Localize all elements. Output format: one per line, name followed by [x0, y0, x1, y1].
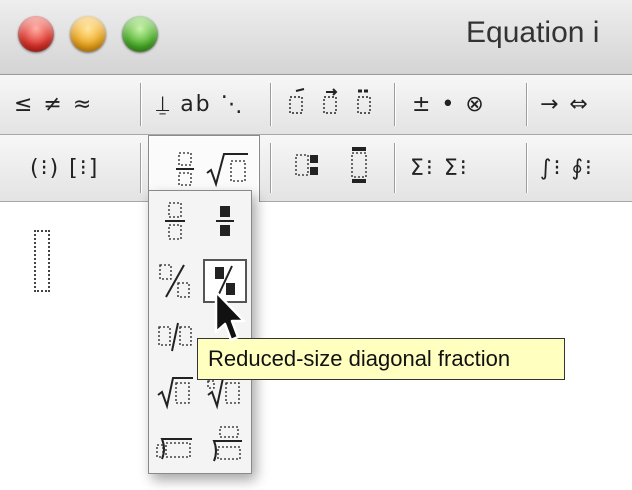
- relations-palette-button[interactable]: ≤ ≠ ≈: [14, 92, 93, 117]
- long-division-quotient-icon: [212, 426, 242, 462]
- separator: [270, 143, 271, 193]
- tooltip: Reduced-size diagonal fraction: [197, 338, 565, 380]
- separator: [526, 83, 527, 126]
- reduced-size-fraction-button[interactable]: [203, 199, 247, 243]
- full-size-fraction-icon: [165, 202, 185, 240]
- scripts-palette-button[interactable]: [292, 145, 376, 191]
- diagonal-fraction-icon: [159, 264, 190, 298]
- separator: [140, 83, 141, 126]
- window-title: Equation i: [466, 16, 600, 49]
- template-toolbar: (⁝) [⁝] Σ⁝ Σ⁝ ∫⁝ ∮⁝: [0, 135, 632, 202]
- fraction-radical-icon: [176, 152, 248, 188]
- zoom-button[interactable]: [122, 16, 158, 52]
- long-division-with-quotient-button[interactable]: [203, 423, 247, 467]
- operators-group[interactable]: ± • ⊗: [412, 75, 486, 134]
- relations-group[interactable]: ≤ ≠ ≈: [14, 75, 93, 134]
- square-root-button[interactable]: [153, 369, 197, 413]
- fences-group[interactable]: (⁝) [⁝]: [30, 135, 99, 201]
- sums-group[interactable]: Σ⁝ Σ⁝: [410, 135, 469, 201]
- mouse-pointer-icon: [214, 290, 246, 342]
- integrals-group[interactable]: ∫⁝ ∮⁝: [540, 135, 594, 201]
- scripts-icon: [295, 147, 367, 183]
- title-bar: Equation i: [0, 0, 632, 75]
- square-root-icon: [157, 377, 193, 410]
- spaces-palette-button[interactable]: ⍊ ab ⋱: [156, 92, 245, 117]
- separator: [526, 143, 527, 193]
- close-button[interactable]: [18, 16, 54, 52]
- scripts-group[interactable]: [292, 135, 376, 201]
- separator: [270, 83, 271, 126]
- embellishment-icons: [289, 87, 371, 114]
- operators-palette-button[interactable]: ± • ⊗: [412, 92, 486, 117]
- separator: [140, 143, 141, 193]
- reduced-size-fraction-icon: [216, 206, 234, 236]
- integrals-palette-button[interactable]: ∫⁝ ∮⁝: [540, 156, 594, 181]
- empty-equation-slot[interactable]: [34, 230, 50, 292]
- sums-palette-button[interactable]: Σ⁝ Σ⁝: [410, 156, 469, 181]
- embellishments-group[interactable]: [288, 75, 380, 134]
- minimize-button[interactable]: [70, 16, 106, 52]
- symbol-toolbar: ≤ ≠ ≈ ⍊ ab ⋱ ± • ⊗ → ⇔: [0, 75, 632, 135]
- arrows-group[interactable]: → ⇔: [540, 75, 590, 134]
- arrows-palette-button[interactable]: → ⇔: [540, 92, 590, 117]
- slash-fraction-button[interactable]: [153, 315, 197, 359]
- full-size-diagonal-fraction-button[interactable]: [153, 259, 197, 303]
- separator: [394, 143, 395, 193]
- long-division-icon: [156, 438, 192, 460]
- embellishments-palette-button[interactable]: [288, 87, 380, 123]
- spaces-group[interactable]: ⍊ ab ⋱: [156, 75, 245, 134]
- long-division-button[interactable]: [153, 423, 197, 467]
- fences-palette-button[interactable]: (⁝) [⁝]: [30, 156, 99, 181]
- separator: [394, 83, 395, 126]
- slash-fraction-icon: [158, 322, 192, 352]
- full-size-fraction-button[interactable]: [153, 199, 197, 243]
